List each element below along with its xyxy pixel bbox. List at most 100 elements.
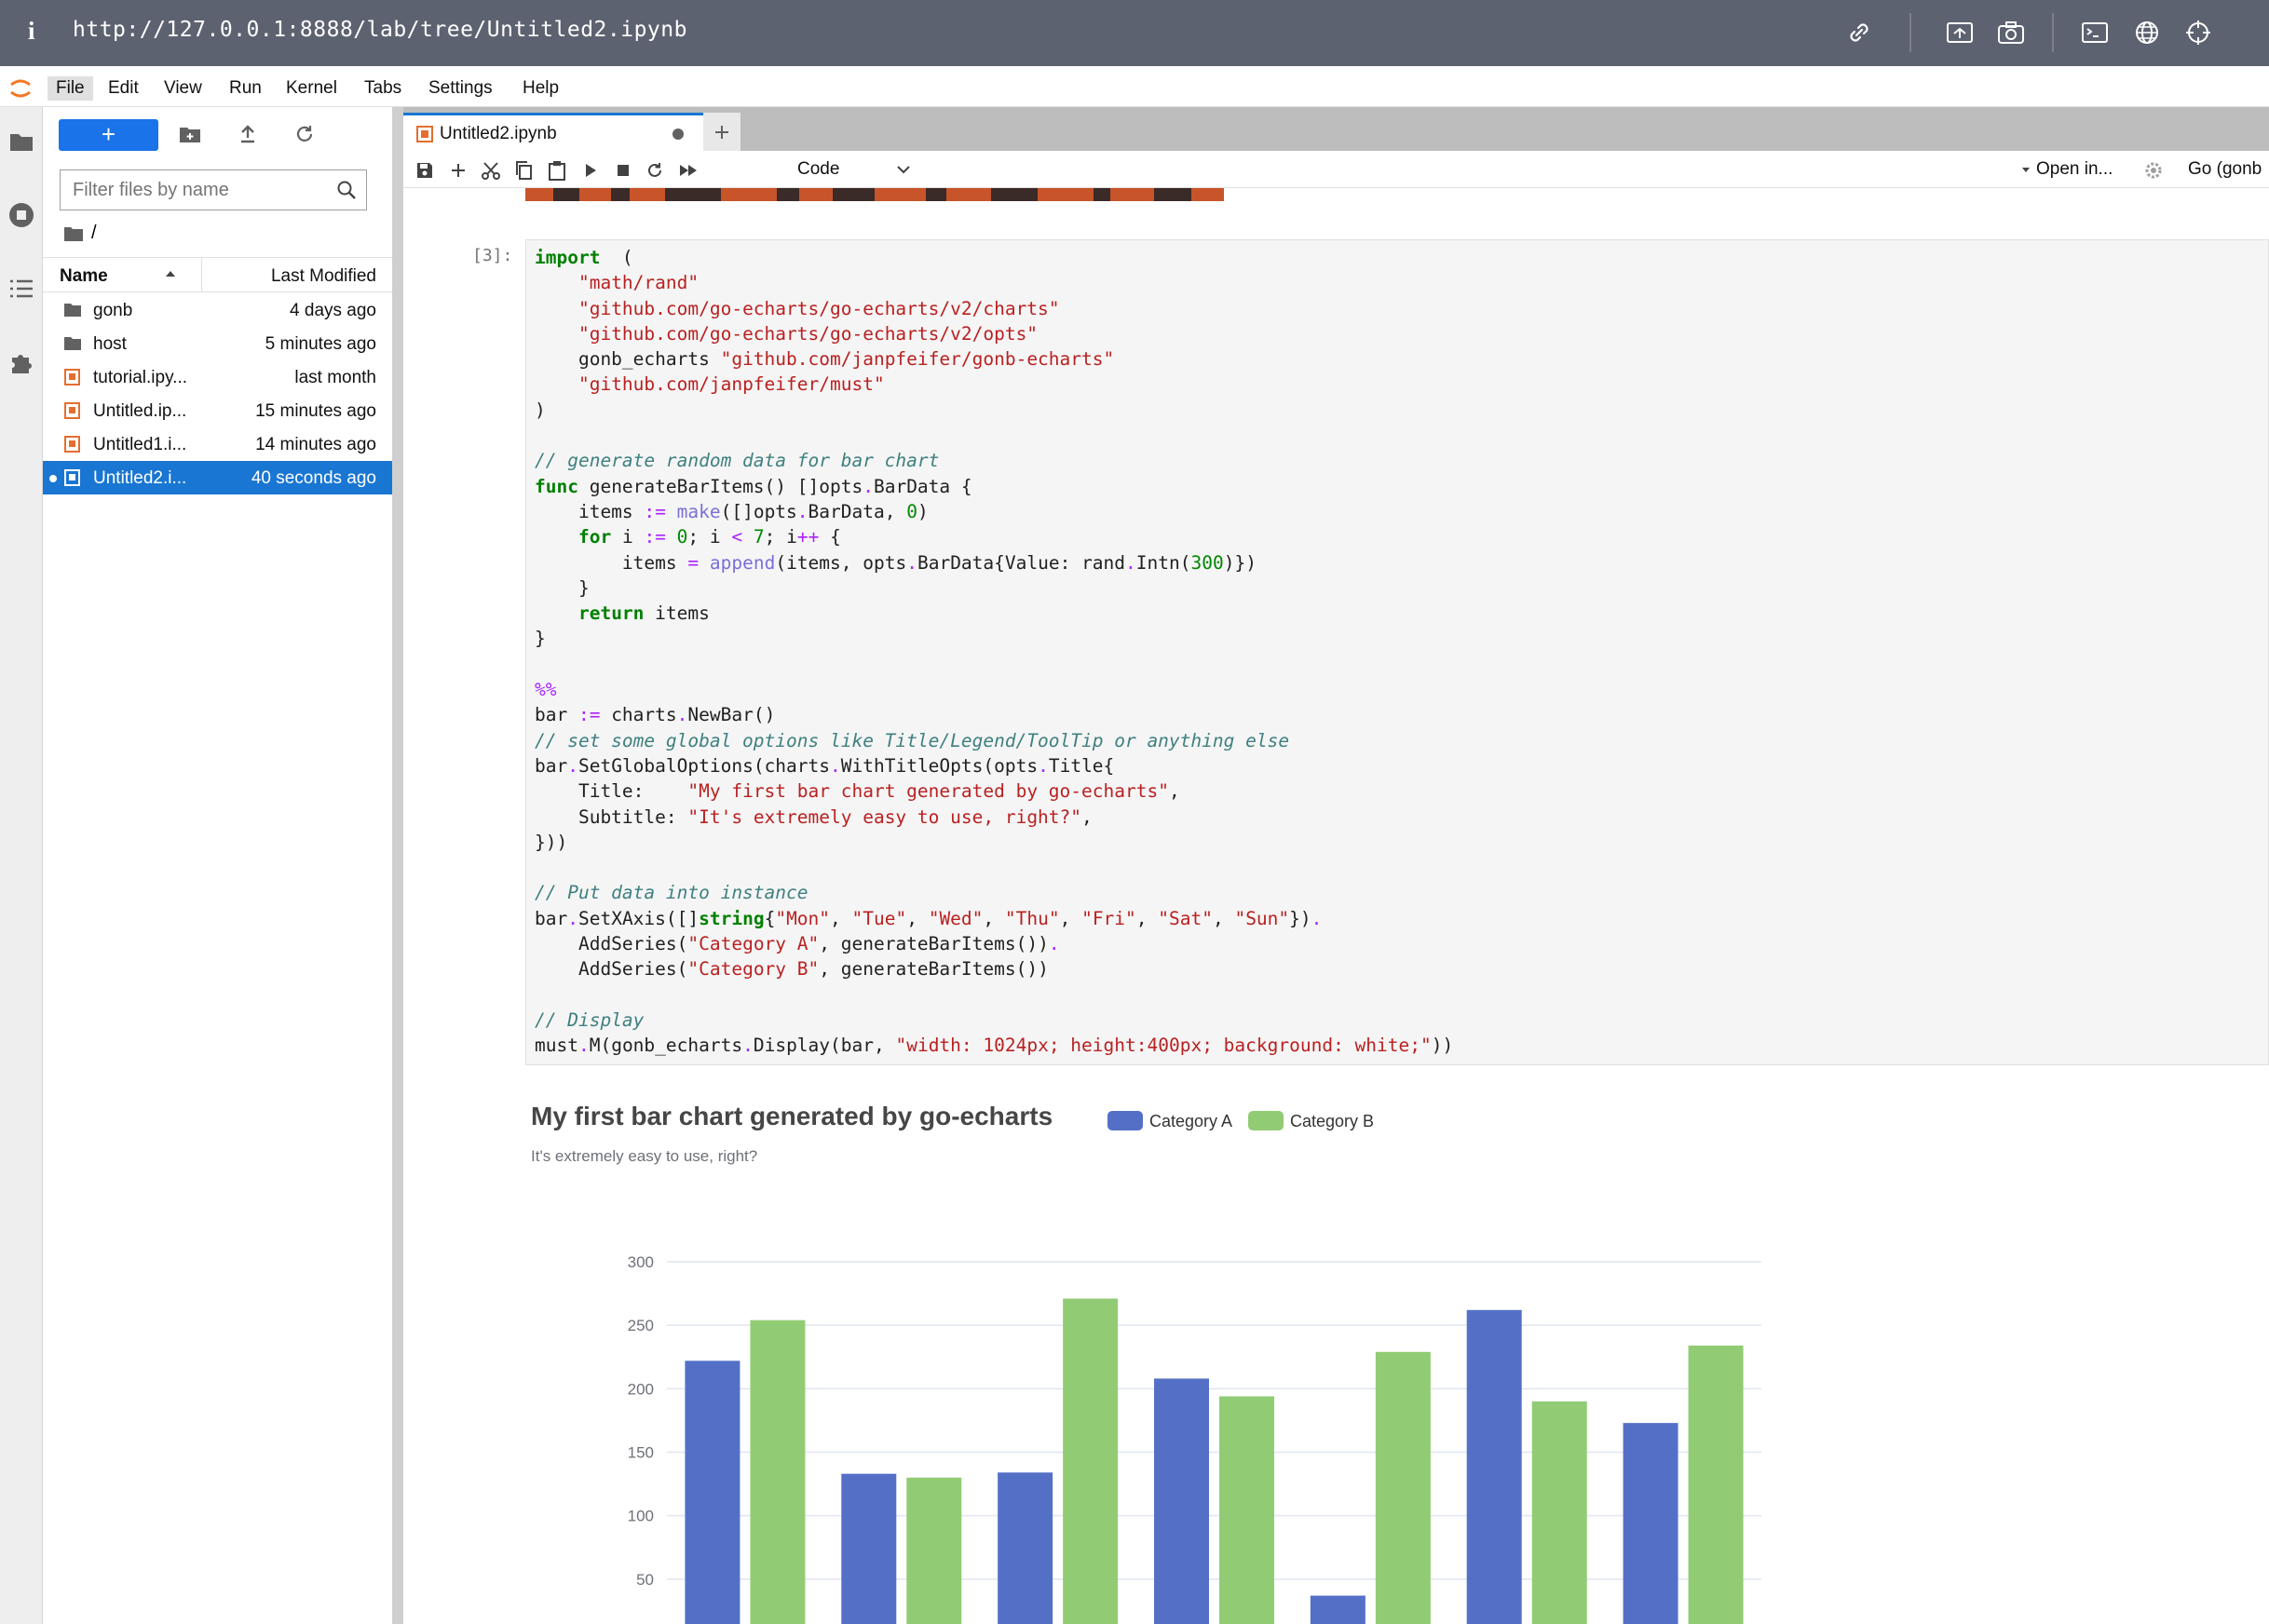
tab-untitled2[interactable]: Untitled2.ipynb bbox=[403, 113, 703, 151]
cell-type-value: Code bbox=[797, 159, 840, 179]
file-row[interactable]: tutorial.ipy... last month bbox=[43, 360, 393, 394]
menu-kernel[interactable]: Kernel bbox=[278, 76, 346, 101]
notebook-icon bbox=[416, 126, 433, 142]
bar bbox=[1623, 1423, 1678, 1624]
stop-icon[interactable] bbox=[611, 158, 635, 183]
breadcrumb-root[interactable]: / bbox=[91, 223, 97, 244]
file-row[interactable]: Untitled.ip... 15 minutes ago bbox=[43, 394, 393, 427]
site-info-icon[interactable]: i bbox=[28, 17, 35, 46]
camera-icon[interactable] bbox=[1995, 17, 2027, 48]
copy-icon[interactable] bbox=[511, 158, 536, 183]
file-filter-input[interactable] bbox=[73, 179, 315, 201]
code-editor[interactable]: import ( "math/rand" "github.com/go-echa… bbox=[535, 245, 1453, 1059]
code-line: Title: "My first bar chart generated by … bbox=[535, 780, 1180, 803]
folder-icon[interactable] bbox=[63, 225, 84, 242]
sort-ascending-icon[interactable] bbox=[164, 269, 177, 278]
url-text[interactable]: http://127.0.0.1:8888/lab/tree/Untitled2… bbox=[73, 18, 687, 42]
column-header-last-modified[interactable]: Last Modified bbox=[271, 266, 376, 287]
cell-type-select[interactable]: Code bbox=[797, 156, 918, 183]
upload-icon[interactable] bbox=[234, 120, 262, 148]
table-of-contents-icon[interactable] bbox=[6, 273, 37, 304]
y-tick-label: 300 bbox=[628, 1253, 654, 1271]
code-line: AddSeries("Category A", generateBarItems… bbox=[535, 933, 1060, 955]
previous-output-image bbox=[525, 188, 1224, 201]
bar bbox=[1531, 1401, 1587, 1624]
cell-output: My first bar chart generated by go-echar… bbox=[525, 1065, 1829, 1624]
menu-bar: File Edit View Run Kernel Tabs Settings … bbox=[0, 66, 2269, 107]
bar bbox=[1688, 1345, 1744, 1624]
activity-bar bbox=[0, 107, 43, 1624]
file-row[interactable]: host 5 minutes ago bbox=[43, 327, 393, 360]
cut-icon[interactable] bbox=[479, 158, 503, 183]
code-line: import ( bbox=[535, 247, 633, 268]
kernel-name[interactable]: Go (gonb bbox=[2188, 159, 2262, 180]
code-line: ) bbox=[535, 399, 546, 421]
restart-icon[interactable] bbox=[643, 158, 667, 183]
new-launcher-button[interactable]: + bbox=[59, 119, 158, 151]
menu-help[interactable]: Help bbox=[514, 76, 567, 101]
bar bbox=[1063, 1298, 1119, 1624]
insert-cell-icon[interactable] bbox=[446, 158, 470, 183]
unsaved-indicator-icon[interactable] bbox=[673, 129, 684, 140]
toolbar-separator bbox=[1909, 13, 1911, 52]
extensions-icon[interactable] bbox=[6, 346, 37, 378]
file-row[interactable]: Untitled2.i... 40 seconds ago bbox=[43, 461, 393, 494]
menu-tabs[interactable]: Tabs bbox=[356, 76, 410, 101]
menu-file[interactable]: File bbox=[48, 76, 93, 101]
globe-icon[interactable] bbox=[2131, 17, 2163, 48]
file-name: gonb bbox=[93, 301, 133, 320]
link-icon[interactable] bbox=[1843, 17, 1875, 48]
code-line: // generate random data for bar chart bbox=[535, 450, 940, 472]
crosshair-icon[interactable] bbox=[2182, 17, 2214, 48]
bar bbox=[906, 1477, 962, 1624]
bar bbox=[998, 1472, 1053, 1624]
code-line: } bbox=[535, 576, 590, 599]
column-divider[interactable] bbox=[201, 258, 202, 292]
column-header-name[interactable]: Name bbox=[60, 266, 108, 287]
file-row[interactable]: Untitled1.i... 14 minutes ago bbox=[43, 427, 393, 461]
menu-edit[interactable]: Edit bbox=[100, 76, 147, 101]
cell-prompt: [3]: bbox=[472, 246, 513, 265]
caret-down-icon bbox=[2022, 167, 2030, 172]
code-line: gonb_echarts "github.com/janpfeifer/gonb… bbox=[535, 348, 1115, 371]
code-line: must.M(gonb_echarts.Display(bar, "width:… bbox=[535, 1035, 1454, 1057]
bar bbox=[750, 1320, 806, 1624]
code-line: "github.com/janpfeifer/must" bbox=[577, 373, 885, 396]
bar bbox=[1375, 1351, 1431, 1624]
code-line: // set some global options like Title/Le… bbox=[535, 729, 1290, 751]
bar bbox=[1466, 1309, 1522, 1624]
legend-label: Category A bbox=[1149, 1112, 1232, 1130]
menu-run[interactable]: Run bbox=[221, 76, 270, 101]
chevron-down-icon bbox=[897, 166, 910, 174]
file-browser: + / Name Last Modified gonb 4 days ago hos… bbox=[43, 107, 393, 1624]
file-row[interactable]: gonb 4 days ago bbox=[43, 293, 393, 327]
y-tick-label: 250 bbox=[628, 1317, 654, 1334]
file-modified: 14 minutes ago bbox=[255, 435, 376, 454]
open-in-button[interactable]: Open in... bbox=[2021, 159, 2113, 180]
notebook-icon bbox=[64, 469, 80, 486]
menu-view[interactable]: View bbox=[156, 76, 211, 101]
file-modified: last month bbox=[294, 368, 376, 387]
running-indicator-icon bbox=[49, 475, 57, 482]
notebook-icon bbox=[64, 402, 80, 419]
code-line: Subtitle: "It's extremely easy to use, r… bbox=[535, 805, 1093, 828]
refresh-icon[interactable] bbox=[291, 120, 319, 148]
new-folder-icon[interactable] bbox=[176, 120, 204, 148]
menu-settings[interactable]: Settings bbox=[420, 76, 501, 101]
gear-icon[interactable] bbox=[2143, 160, 2164, 181]
screenshot-area-icon[interactable] bbox=[1944, 17, 1976, 48]
paste-icon[interactable] bbox=[545, 158, 569, 183]
folder-icon[interactable] bbox=[6, 126, 37, 157]
panel-splitter[interactable] bbox=[392, 107, 403, 1624]
add-tab-button[interactable] bbox=[703, 113, 740, 151]
plus-icon bbox=[715, 125, 728, 139]
fast-forward-icon[interactable] bbox=[676, 158, 700, 183]
file-filter-field[interactable] bbox=[60, 169, 367, 210]
running-kernels-icon[interactable] bbox=[6, 199, 37, 231]
run-icon[interactable] bbox=[578, 158, 603, 183]
save-icon[interactable] bbox=[413, 158, 437, 183]
file-modified: 4 days ago bbox=[290, 301, 376, 320]
terminal-icon[interactable] bbox=[2079, 17, 2111, 48]
